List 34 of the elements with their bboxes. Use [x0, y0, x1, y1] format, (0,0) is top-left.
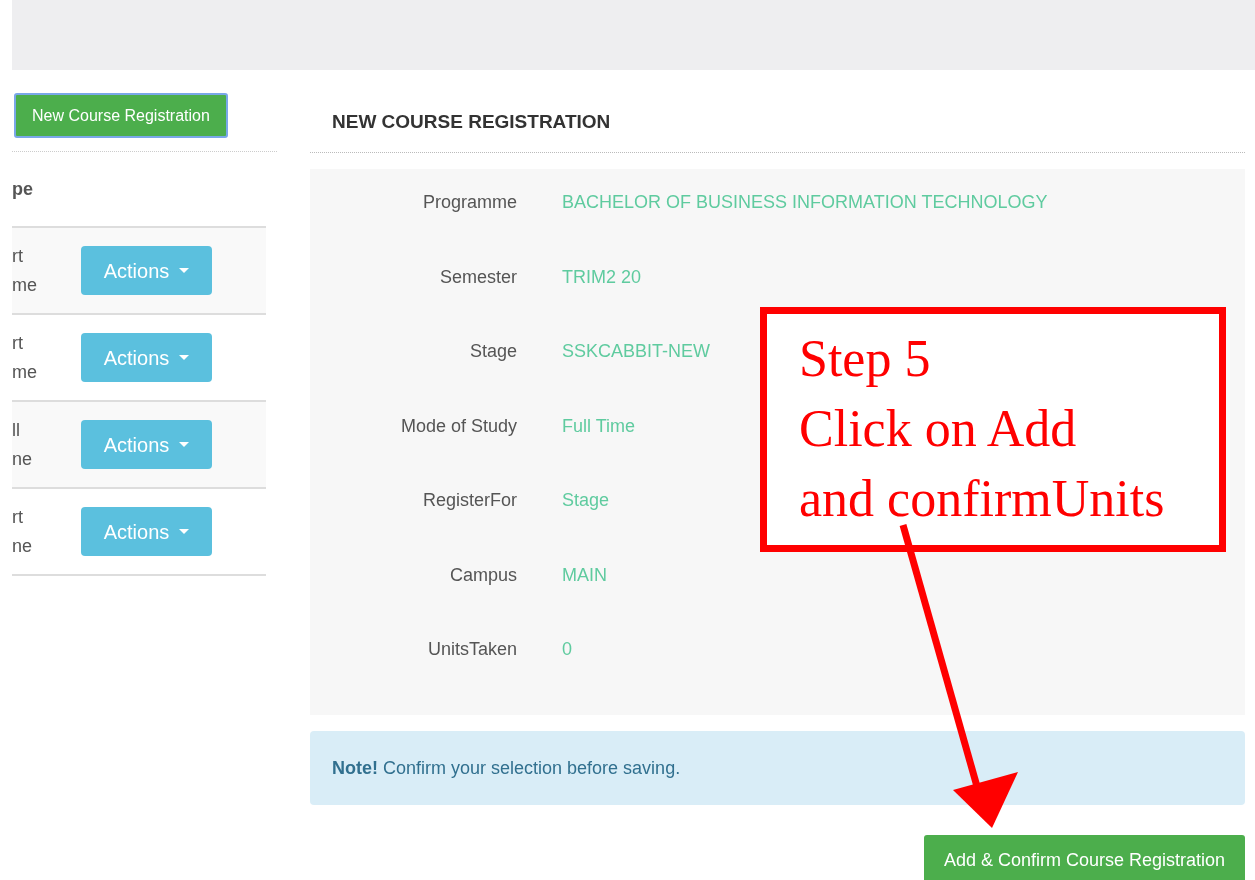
- new-registration-button[interactable]: New Course Registration: [14, 93, 228, 138]
- field-value: MAIN: [562, 563, 607, 587]
- table-cell-text: rt me: [12, 331, 38, 384]
- annotation-text: and confirmUnits: [799, 469, 1166, 529]
- field-label: Campus: [448, 563, 517, 587]
- field-label: Stage: [468, 340, 517, 363]
- table-cell-text: ll ne: [12, 418, 34, 471]
- field-value: 0: [562, 638, 572, 661]
- field-value: BACHELOR OF BUSINESS INFORMATION TECHNOLOGY: [562, 191, 1048, 214]
- caret-icon: [179, 355, 190, 360]
- field-label: UnitsTaken: [426, 638, 517, 661]
- field-label: Semester: [438, 265, 517, 289]
- caret-icon: [179, 268, 190, 273]
- annotation-text: Click on Add: [799, 399, 1078, 459]
- caret-icon: [179, 529, 190, 534]
- field-label: Mode of Study: [399, 414, 517, 438]
- submit-button[interactable]: Add & Confirm Course Registration: [923, 835, 1245, 880]
- field-value: SSKCABBIT-NEW: [562, 340, 711, 363]
- column-header: pe: [12, 177, 33, 201]
- table-cell-text: rt ne: [12, 505, 34, 558]
- annotation-text: Step 5: [799, 329, 932, 389]
- field-label: RegisterFor: [421, 489, 517, 512]
- field-label: Programme: [421, 191, 517, 214]
- field-value: TRIM2 20: [562, 265, 642, 289]
- caret-icon: [179, 442, 190, 447]
- table-cell-text: rt me: [12, 244, 38, 297]
- actions-button[interactable]: Actions: [81, 246, 212, 295]
- note-text: Note! Confirm your selection before saving.: [332, 756, 681, 780]
- actions-button[interactable]: Actions: [81, 333, 212, 382]
- actions-button[interactable]: Actions: [81, 507, 212, 556]
- actions-button[interactable]: Actions: [81, 420, 212, 469]
- panel-title: NEW COURSE REGISTRATION: [332, 109, 611, 134]
- field-value: Stage: [562, 489, 610, 512]
- field-value: Full Time: [562, 414, 635, 438]
